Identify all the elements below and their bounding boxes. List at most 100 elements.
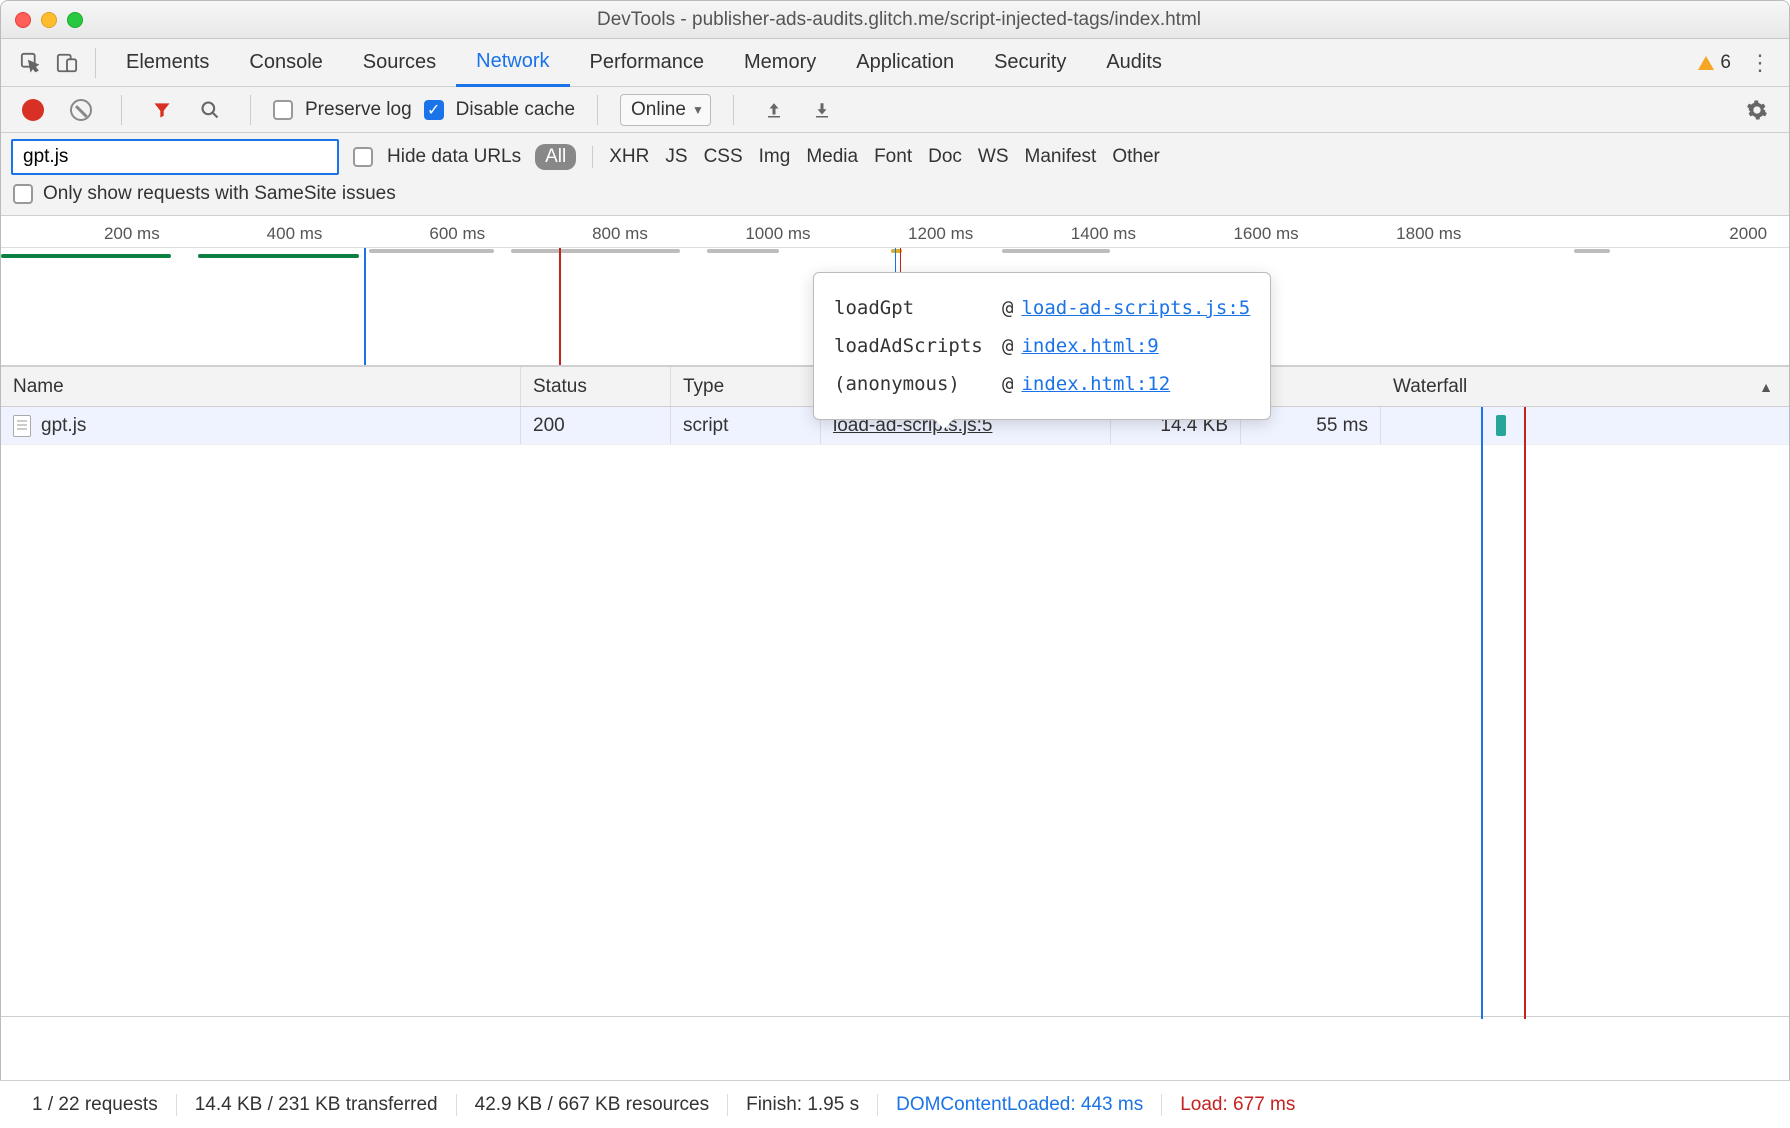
filter-type-js[interactable]: JS xyxy=(665,146,687,168)
filter-toggle-icon[interactable] xyxy=(144,92,180,128)
request-table: Name Status Type Initiator Size Time Wat… xyxy=(1,366,1789,1017)
ruler-tick: 400 ms xyxy=(267,224,327,244)
cell-status: 200 xyxy=(521,407,671,444)
tab-elements[interactable]: Elements xyxy=(106,39,229,87)
upload-har-icon[interactable] xyxy=(756,92,792,128)
stack-function: loadGpt xyxy=(834,289,994,327)
tab-sources[interactable]: Sources xyxy=(343,39,456,87)
filter-type-other[interactable]: Other xyxy=(1112,146,1160,168)
initiator-stack-tooltip: loadGpt @ load-ad-scripts.js:5 loadAdScr… xyxy=(813,272,1271,420)
cell-type: script xyxy=(671,407,821,444)
tab-network[interactable]: Network xyxy=(456,39,569,87)
tab-memory[interactable]: Memory xyxy=(724,39,836,87)
stack-frame: (anonymous) @ index.html:12 xyxy=(834,365,1250,403)
filter-type-doc[interactable]: Doc xyxy=(928,146,962,168)
filter-type-media[interactable]: Media xyxy=(806,146,858,168)
file-icon xyxy=(13,415,31,437)
preserve-log-label: Preserve log xyxy=(305,99,412,121)
hide-data-urls-label: Hide data URLs xyxy=(387,146,521,168)
timeline-overview[interactable]: 200 ms 400 ms 600 ms 800 ms 1000 ms 1200… xyxy=(1,216,1789,366)
col-header-status[interactable]: Status xyxy=(521,367,671,406)
separator xyxy=(597,95,598,125)
col-header-type[interactable]: Type xyxy=(671,367,821,406)
filter-type-xhr[interactable]: XHR xyxy=(609,146,649,168)
timeline-segment xyxy=(707,249,779,253)
status-finish: Finish: 1.95 s xyxy=(728,1094,878,1116)
status-transferred: 14.4 KB / 231 KB transferred xyxy=(177,1094,457,1116)
stack-function: (anonymous) xyxy=(834,365,994,403)
cell-waterfall xyxy=(1381,407,1789,444)
download-har-icon[interactable] xyxy=(804,92,840,128)
filter-input[interactable] xyxy=(11,139,339,175)
stack-link[interactable]: index.html:9 xyxy=(1021,327,1158,365)
tab-audits[interactable]: Audits xyxy=(1086,39,1182,87)
more-menu-icon[interactable]: ⋮ xyxy=(1743,50,1777,76)
record-button[interactable] xyxy=(15,92,51,128)
status-bar: 1 / 22 requests 14.4 KB / 231 KB transfe… xyxy=(0,1080,1790,1128)
warning-count: 6 xyxy=(1720,52,1731,74)
hide-data-urls-checkbox[interactable] xyxy=(353,147,373,167)
record-icon xyxy=(22,99,44,121)
window-title: DevTools - publisher-ads-audits.glitch.m… xyxy=(23,9,1775,31)
status-dcl: DOMContentLoaded: 443 ms xyxy=(878,1094,1162,1116)
disable-cache-checkbox[interactable]: ✓ xyxy=(424,100,444,120)
stack-function: loadAdScripts xyxy=(834,327,994,365)
filter-type-css[interactable]: CSS xyxy=(704,146,743,168)
filter-type-img[interactable]: Img xyxy=(759,146,791,168)
ruler-tick: 200 ms xyxy=(104,224,164,244)
filter-type-manifest[interactable]: Manifest xyxy=(1025,146,1097,168)
clear-icon xyxy=(70,99,92,121)
stack-link[interactable]: load-ad-scripts.js:5 xyxy=(1021,289,1250,327)
timeline-segment xyxy=(1,254,171,258)
stack-link[interactable]: index.html:12 xyxy=(1021,365,1170,403)
timeline-segment xyxy=(1574,249,1610,253)
table-empty-area xyxy=(1,445,1789,1017)
dcl-line xyxy=(1481,407,1483,1019)
filter-type-ws[interactable]: WS xyxy=(978,146,1009,168)
separator xyxy=(592,146,593,168)
filter-type-all[interactable]: All xyxy=(535,144,576,170)
stack-frame: loadAdScripts @ index.html:9 xyxy=(834,327,1250,365)
stack-at: @ xyxy=(1002,327,1013,365)
ruler-tick: 1200 ms xyxy=(908,224,977,244)
dcl-marker xyxy=(364,248,366,365)
waterfall-bar xyxy=(1496,415,1506,436)
separator xyxy=(733,95,734,125)
search-icon[interactable] xyxy=(192,92,228,128)
timeline-segment xyxy=(1002,249,1109,253)
device-toolbar-icon[interactable] xyxy=(49,45,85,81)
timeline-ruler: 200 ms 400 ms 600 ms 800 ms 1000 ms 1200… xyxy=(1,216,1789,248)
status-requests: 1 / 22 requests xyxy=(14,1094,177,1116)
tab-performance[interactable]: Performance xyxy=(570,39,725,87)
window-titlebar: DevTools - publisher-ads-audits.glitch.m… xyxy=(1,1,1789,39)
sort-arrow-icon: ▲ xyxy=(1759,379,1773,395)
tab-console[interactable]: Console xyxy=(229,39,342,87)
warning-badge[interactable]: 6 xyxy=(1698,52,1731,74)
samesite-checkbox[interactable] xyxy=(13,184,33,204)
timeline-segment xyxy=(369,249,494,253)
col-header-name[interactable]: Name xyxy=(1,367,521,406)
settings-icon[interactable] xyxy=(1739,92,1775,128)
samesite-label: Only show requests with SameSite issues xyxy=(43,183,396,205)
separator xyxy=(250,95,251,125)
tab-security[interactable]: Security xyxy=(974,39,1086,87)
throttling-select[interactable]: Online ▼ xyxy=(620,94,711,126)
timeline-segment xyxy=(573,249,680,253)
disable-cache-label: Disable cache xyxy=(456,99,575,121)
network-toolbar: Preserve log ✓ Disable cache Online ▼ xyxy=(1,87,1789,133)
inspect-element-icon[interactable] xyxy=(13,45,49,81)
cell-name: gpt.js xyxy=(1,407,521,444)
timeline-segment xyxy=(198,254,359,258)
col-header-waterfall[interactable]: Waterfall ▲ xyxy=(1381,367,1789,406)
status-load: Load: 677 ms xyxy=(1162,1094,1313,1116)
chevron-down-icon: ▼ xyxy=(692,103,704,117)
preserve-log-checkbox[interactable] xyxy=(273,100,293,120)
clear-button[interactable] xyxy=(63,92,99,128)
separator xyxy=(95,48,96,78)
ruler-tick: 1400 ms xyxy=(1071,224,1140,244)
ruler-tick: 2000 xyxy=(1729,224,1771,244)
filter-type-group: All XHR JS CSS Img Media Font Doc WS Man… xyxy=(535,144,1160,170)
filter-type-font[interactable]: Font xyxy=(874,146,912,168)
tab-application[interactable]: Application xyxy=(836,39,974,87)
devtools-tabs: Elements Console Sources Network Perform… xyxy=(1,39,1789,87)
